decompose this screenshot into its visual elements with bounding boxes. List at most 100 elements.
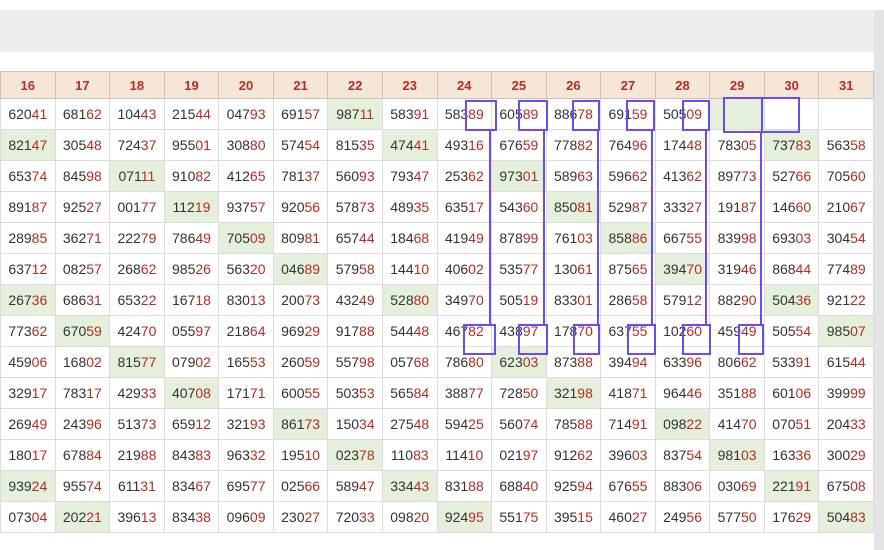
number-head: 191 xyxy=(717,199,741,215)
number-head: 833 xyxy=(553,292,578,308)
number-tail: 84 xyxy=(413,385,430,401)
number-tail: 06 xyxy=(31,354,48,370)
result-cell: 83013 xyxy=(218,284,274,316)
number-head: 676 xyxy=(608,478,632,494)
result-cell: 68162 xyxy=(54,98,111,130)
number-tail: 53 xyxy=(249,354,266,370)
number-tail: 33 xyxy=(359,509,375,525)
result-cell: 17448 xyxy=(654,129,711,161)
number-tail: 06 xyxy=(795,385,812,401)
number-head: 176 xyxy=(772,509,796,525)
number-head: 204 xyxy=(826,416,851,432)
result-cell: 19187 xyxy=(709,191,765,223)
number-tail: 58 xyxy=(631,292,648,308)
number-head: 620 xyxy=(8,106,32,122)
result-cell: 72033 xyxy=(327,501,383,533)
number-head: 070 xyxy=(772,416,796,432)
number-head: 883 xyxy=(663,478,687,494)
number-head: 678 xyxy=(62,447,87,463)
result-cell: 77489 xyxy=(818,253,874,285)
number-head: 319 xyxy=(717,261,741,277)
result-cell: 41265 xyxy=(218,160,274,192)
result-cell: 07304 xyxy=(0,501,56,533)
result-cell xyxy=(818,98,874,130)
result-cell: 03069 xyxy=(709,470,765,502)
table-row: 26949 24396 51373 65912 32193 86173 15034 27548… xyxy=(0,408,874,440)
number-head: 055 xyxy=(172,323,196,339)
number-tail: 73 xyxy=(304,292,321,308)
result-cell: 83998 xyxy=(709,222,765,254)
number-tail: 43 xyxy=(413,478,430,494)
number-head: 924 xyxy=(444,509,469,525)
result-cell: 09820 xyxy=(381,501,438,533)
results-grid-container: 16 17 18 19 20 21 22 23 24 25 26 27 28 29 30 31 62041 68… xyxy=(0,71,874,550)
result-cell: 79347 xyxy=(381,160,438,192)
result-cell: 26949 xyxy=(0,408,56,440)
scrollbar[interactable] xyxy=(874,10,884,550)
result-cell: 20073 xyxy=(272,284,329,316)
result-cell: 65744 xyxy=(327,222,383,254)
number-head: 230 xyxy=(281,509,305,525)
result-cell: 67659 xyxy=(491,129,547,161)
number-head: 724 xyxy=(117,137,141,153)
result-cell: 04689 xyxy=(272,253,329,285)
number-tail: 88 xyxy=(577,354,593,370)
number-tail: 87 xyxy=(31,199,48,215)
result-cell: 71491 xyxy=(600,408,656,440)
result-cell: 46027 xyxy=(600,501,656,533)
number-tail: 73 xyxy=(140,416,157,432)
number-head: 394 xyxy=(663,261,687,277)
number-tail: 84 xyxy=(86,447,102,463)
number-tail: 09 xyxy=(249,509,266,525)
results-table: 16 17 18 19 20 21 22 23 24 25 26 27 28 29 30 31 62041 68… xyxy=(0,71,874,533)
number-tail: 77 xyxy=(249,478,266,494)
number-tail: 88 xyxy=(740,385,757,401)
result-cell: 39999 xyxy=(818,377,874,409)
result-cell: 92495 xyxy=(436,501,493,533)
number-head: 695 xyxy=(226,478,250,494)
number-head: 921 xyxy=(826,292,851,308)
number-head: 858 xyxy=(608,230,632,246)
number-head: 659 xyxy=(172,416,196,432)
number-tail: 27 xyxy=(631,509,648,525)
result-cell: 54448 xyxy=(381,315,438,347)
table-row: 45906 16802 81577 07902 16553 26059 55798 05768… xyxy=(0,346,874,378)
table-row: 32917 78317 42933 40708 17171 60055 50353 56584… xyxy=(0,377,874,409)
number-head: 268 xyxy=(117,261,141,277)
number-tail: 86 xyxy=(631,230,648,246)
result-cell: 83438 xyxy=(163,501,220,533)
number-head: 030 xyxy=(717,478,741,494)
number-head: 057 xyxy=(390,354,414,370)
number-head: 493 xyxy=(444,137,469,153)
number-head: 396 xyxy=(117,509,141,525)
number-tail: 56 xyxy=(686,509,702,525)
number-head: 761 xyxy=(553,230,578,246)
number-head: 861 xyxy=(281,416,305,432)
result-cell: 55175 xyxy=(491,501,547,533)
number-tail: 37 xyxy=(140,137,157,153)
result-cell: 91082 xyxy=(163,160,220,192)
result-cell: 55798 xyxy=(327,346,383,378)
number-head: 025 xyxy=(281,478,305,494)
result-cell: 77882 xyxy=(545,129,602,161)
number-head: 912 xyxy=(553,447,578,463)
result-cell: 78317 xyxy=(54,377,111,409)
number-tail: 77 xyxy=(140,354,157,370)
result-cell: 91788 xyxy=(327,315,383,347)
number-tail: 29 xyxy=(850,447,866,463)
number-tail: 55 xyxy=(686,230,702,246)
number-tail: 97 xyxy=(195,323,211,339)
result-cell: 85886 xyxy=(600,222,656,254)
result-cell: 83467 xyxy=(163,470,220,502)
number-tail: 10 xyxy=(467,447,484,463)
number-tail: 60 xyxy=(686,323,702,339)
result-cell: 58963 xyxy=(545,160,602,192)
number-head: 459 xyxy=(717,323,741,339)
number-tail: 55 xyxy=(304,385,321,401)
number-head: 891 xyxy=(8,199,32,215)
result-cell: 63517 xyxy=(436,191,493,223)
number-head: 973 xyxy=(499,168,523,184)
number-head: 351 xyxy=(717,385,741,401)
result-cell: 56320 xyxy=(218,253,274,285)
number-head: 438 xyxy=(499,323,523,339)
